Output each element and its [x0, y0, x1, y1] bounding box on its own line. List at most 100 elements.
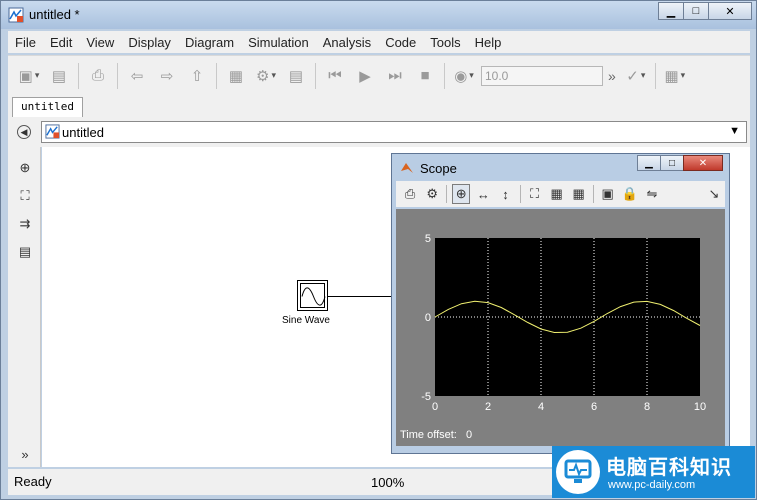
x-tick-label: 8 — [644, 401, 650, 413]
menu-file[interactable]: File — [8, 35, 43, 50]
scope-plot[interactable]: 0 2 4 6 8 1050-5 — [396, 209, 725, 424]
matlab-icon — [401, 163, 413, 173]
model-path: untitled — [62, 125, 104, 140]
step-back-icon[interactable]: ⏮ — [324, 65, 346, 87]
toolbar-separator — [315, 62, 316, 89]
y-tick-label: -5 — [421, 391, 431, 403]
menu-view[interactable]: View — [79, 35, 121, 50]
forward-arrow-icon[interactable]: ⇨ — [156, 65, 178, 87]
scope-toolbar-overflow-icon[interactable]: ↘ — [705, 184, 723, 204]
watermark: 电脑百科知识 www.pc-daily.com — [552, 446, 755, 498]
scope-close-button[interactable]: ✕ — [683, 155, 723, 171]
zoom-y-icon[interactable]: ↕ — [496, 184, 514, 204]
up-arrow-icon[interactable]: ⇧ — [186, 65, 208, 87]
window-controls: ▁ □ ✕ — [658, 2, 752, 20]
scope-maximize-button[interactable]: □ — [660, 155, 684, 171]
x-tick-label: 0 — [432, 401, 438, 413]
fit-to-view-icon[interactable]: ⛶ — [16, 187, 34, 205]
arrow-right-icon[interactable]: ⇉ — [16, 215, 34, 233]
gear-icon[interactable]: ⚙ — [255, 65, 277, 87]
toolbar-separator — [78, 62, 79, 89]
address-box[interactable]: untitled ▼ — [41, 121, 747, 143]
lock-icon[interactable]: 🔒 — [621, 184, 639, 204]
signal-line[interactable] — [328, 296, 394, 297]
menu-tools[interactable]: Tools — [423, 35, 467, 50]
scope-title: Scope — [420, 161, 457, 176]
run-icon[interactable]: ▶ — [354, 65, 376, 87]
print-icon[interactable]: ⎙ — [401, 184, 419, 204]
minimize-button[interactable]: ▁ — [658, 2, 684, 20]
stop-time-field[interactable]: 10.0 — [481, 65, 603, 86]
toolbar-separator — [216, 62, 217, 89]
autoscale-icon[interactable]: ⛶ — [525, 184, 543, 204]
toolbar-separator — [444, 62, 445, 89]
save-axes-icon[interactable]: ▦ — [548, 184, 566, 204]
record-icon[interactable]: ◉ — [453, 65, 475, 87]
menu-diagram[interactable]: Diagram — [178, 35, 241, 50]
simulink-app-icon — [8, 7, 24, 23]
annotation-icon[interactable]: ▤ — [16, 243, 34, 261]
scope-window-controls: ▁ □ ✕ — [637, 155, 723, 171]
floating-scope-icon[interactable]: ▣ — [599, 184, 617, 204]
toolbar-separator — [519, 185, 521, 203]
menu-help[interactable]: Help — [468, 35, 509, 50]
build-icon[interactable]: ▦ — [664, 65, 686, 87]
model-tabs: untitled — [8, 95, 750, 117]
back-arrow-icon[interactable]: ⇦ — [126, 65, 148, 87]
side-palette: ⊕ ⛶ ⇉ ▤ » — [8, 147, 41, 467]
sine-wave-block[interactable] — [297, 280, 328, 311]
scope-toolbar: ⎙ ⚙ ⊕ ↔ ↕ ⛶ ▦ ▦ ▣ 🔒 ⇋ ↘ — [396, 181, 725, 207]
stop-icon[interactable]: ■ — [414, 65, 436, 87]
menu-analysis[interactable]: Analysis — [316, 35, 378, 50]
x-tick-label: 6 — [591, 401, 597, 413]
watermark-logo — [556, 450, 600, 494]
new-model-icon[interactable]: ▣ — [18, 65, 40, 87]
print-icon[interactable]: ⎙ — [87, 65, 109, 87]
menu-simulation[interactable]: Simulation — [241, 35, 316, 50]
window-title: untitled * — [29, 7, 80, 22]
menu-display[interactable]: Display — [121, 35, 178, 50]
time-offset-value: 0 — [466, 429, 473, 441]
zoom-in-icon[interactable]: ⊕ — [452, 184, 471, 204]
signal-selector-icon[interactable]: ⇋ — [643, 184, 661, 204]
main-toolbar: ▣ ▤ ⎙ ⇦ ⇨ ⇧ ▦ ⚙ ▤ ⏮ ▶ ⏭ ■ ◉ 10.0 » ✓ ▦ — [8, 55, 750, 95]
watermark-text: 电脑百科知识 — [606, 457, 732, 479]
x-tick-label: 2 — [485, 401, 491, 413]
time-offset-label: Time offset: — [400, 429, 457, 441]
menu-bar: File Edit View Display Diagram Simulatio… — [8, 31, 750, 53]
model-explorer-icon[interactable]: ▤ — [285, 65, 307, 87]
sine-wave-icon — [300, 283, 326, 308]
maximize-button[interactable]: □ — [683, 2, 709, 20]
restore-axes-icon[interactable]: ▦ — [570, 184, 588, 204]
save-icon[interactable]: ▤ — [48, 65, 70, 87]
chevron-down-icon[interactable]: ▼ — [729, 125, 740, 137]
toolbar-overflow-icon[interactable]: » — [608, 68, 616, 84]
menu-edit[interactable]: Edit — [43, 35, 79, 50]
scope-window: Scope ▁ □ ✕ ⎙ ⚙ ⊕ ↔ ↕ ⛶ ▦ ▦ ▣ 🔒 ⇋ ↘ 0 2 4 6… — [391, 153, 730, 454]
step-forward-icon[interactable]: ⏭ — [384, 65, 406, 87]
explorer-bar: ◀ untitled ▼ — [8, 117, 750, 147]
tab-untitled[interactable]: untitled — [12, 97, 83, 117]
block-label: Sine Wave — [282, 315, 330, 326]
y-tick-label: 5 — [425, 233, 431, 245]
toolbar-separator — [592, 185, 594, 203]
check-icon[interactable]: ✓ — [625, 65, 647, 87]
library-browser-icon[interactable]: ▦ — [225, 65, 247, 87]
title-bar: untitled * ▁ □ ✕ — [1, 1, 756, 29]
status-text: Ready — [14, 474, 52, 489]
zoom-level: 100% — [371, 475, 405, 490]
expand-palette-icon[interactable]: » — [16, 445, 34, 463]
model-icon — [45, 124, 60, 139]
hide-explorer-icon[interactable]: ◀ — [17, 125, 31, 139]
gear-icon[interactable]: ⚙ — [423, 184, 441, 204]
zoom-icon[interactable]: ⊕ — [16, 159, 34, 177]
x-tick-label: 10 — [694, 401, 706, 413]
menu-code[interactable]: Code — [378, 35, 423, 50]
toolbar-separator — [446, 185, 448, 203]
toolbar-separator — [654, 62, 656, 89]
scope-minimize-button[interactable]: ▁ — [637, 155, 661, 171]
x-tick-label: 4 — [538, 401, 544, 413]
scope-plot-panel: 0 2 4 6 8 10 5 0 -5 Time offset: 0 — [396, 209, 725, 446]
zoom-x-icon[interactable]: ↔ — [474, 184, 492, 204]
close-button[interactable]: ✕ — [708, 2, 752, 20]
